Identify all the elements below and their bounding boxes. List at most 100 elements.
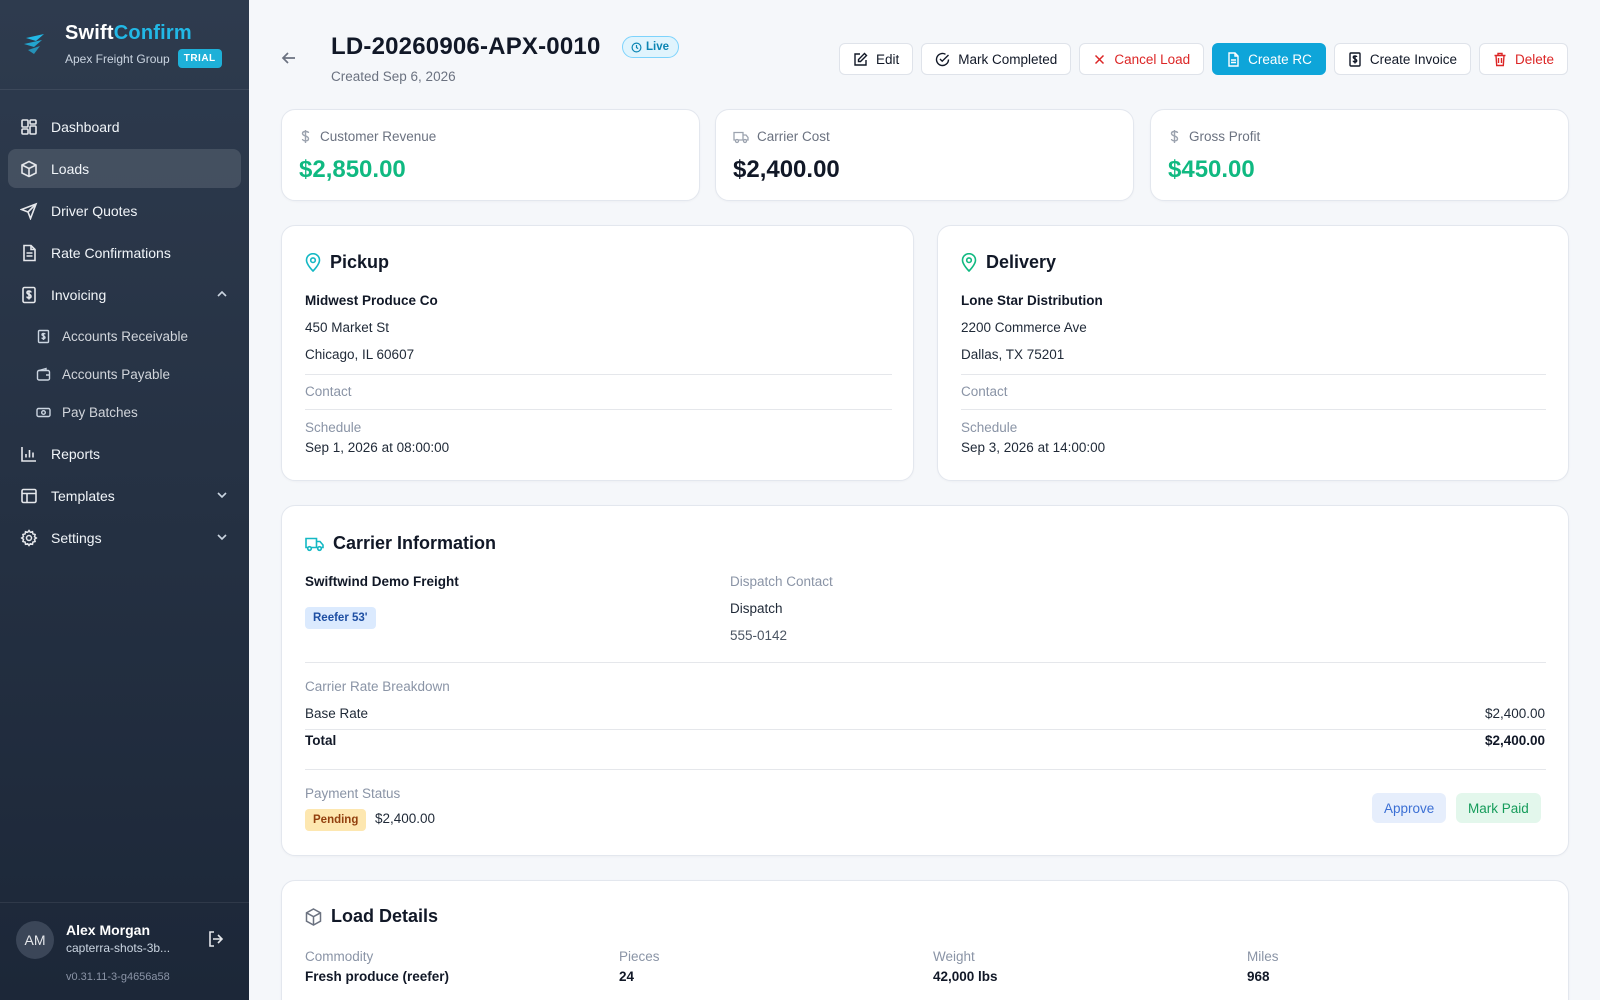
- sidebar-item-templates[interactable]: Templates: [8, 476, 241, 515]
- document-icon: [1228, 51, 1239, 67]
- pickup-address-line1: 450 Market St: [305, 320, 390, 335]
- divider: [961, 374, 1546, 375]
- carrier-name: Swiftwind Demo Freight: [305, 574, 459, 589]
- weight-value: 42,000 lbs: [933, 969, 998, 984]
- sidebar-item-label: Templates: [51, 487, 115, 504]
- sidebar: SwiftConfirm Apex Freight Group TRIAL Da…: [0, 0, 249, 1000]
- equipment-badge: Reefer 53': [305, 607, 376, 629]
- delivery-schedule-label: Schedule: [961, 420, 1018, 435]
- logo-icon: [24, 34, 44, 54]
- carrier-title: Carrier Information: [305, 533, 496, 554]
- created-date: Created Sep 6, 2026: [331, 69, 456, 84]
- trial-badge: TRIAL: [177, 49, 222, 68]
- rate-breakdown-label: Carrier Rate Breakdown: [305, 679, 450, 694]
- truck-icon: [305, 537, 324, 551]
- sidebar-item-settings[interactable]: Settings: [8, 518, 241, 557]
- sidebar-item-label: Reports: [51, 445, 101, 462]
- pieces-value: 24: [619, 969, 635, 984]
- sidebar-item-loads[interactable]: Loads: [8, 149, 241, 188]
- box-icon: [305, 907, 322, 926]
- divider: [305, 662, 1546, 663]
- sidebar-item-label: Driver Quotes: [51, 202, 138, 219]
- pickup-title: Pickup: [305, 252, 389, 273]
- sidebar-item-pay-batches[interactable]: Pay Batches: [8, 393, 241, 431]
- stat-label: Carrier Cost: [733, 129, 830, 144]
- weight-label: Weight: [933, 949, 975, 964]
- sidebar-item-label: Dashboard: [51, 118, 120, 135]
- load-details-title: Load Details: [305, 906, 438, 927]
- stat-value-carrier-cost: $2,400.00: [733, 156, 840, 183]
- total-label: Total: [305, 733, 337, 748]
- user-panel: AM Alex Morgan capterra-shots-3b... v0.3…: [0, 902, 249, 1000]
- pickup-schedule: Sep 1, 2026 at 08:00:00: [305, 440, 450, 455]
- pickup-schedule-label: Schedule: [305, 420, 362, 435]
- send-icon: [20, 202, 38, 220]
- brand-name: SwiftConfirm: [65, 22, 192, 44]
- map-pin-icon: [961, 253, 977, 272]
- create-invoice-button[interactable]: Create Invoice: [1333, 43, 1471, 75]
- divider: [305, 769, 1546, 770]
- brand: SwiftConfirm Apex Freight Group TRIAL: [0, 0, 249, 90]
- receivable-icon: [36, 329, 51, 344]
- document-icon: [20, 244, 38, 262]
- divider: [961, 409, 1546, 410]
- back-arrow-icon[interactable]: [279, 48, 299, 68]
- mark-completed-button[interactable]: Mark Completed: [921, 43, 1072, 75]
- delete-button[interactable]: Delete: [1478, 43, 1568, 75]
- approve-button[interactable]: Approve: [1372, 793, 1447, 823]
- clock-icon: [631, 42, 642, 52]
- pickup-company: Midwest Produce Co: [305, 293, 438, 308]
- delivery-card: Delivery Lone Star Distribution 2200 Com…: [937, 225, 1569, 481]
- stat-label: Gross Profit: [1168, 129, 1260, 144]
- miles-value: 968: [1247, 969, 1270, 984]
- logout-icon[interactable]: [206, 929, 226, 949]
- sidebar-item-invoicing[interactable]: Invoicing: [8, 275, 241, 314]
- user-name: Alex Morgan: [66, 922, 151, 938]
- mark-paid-button[interactable]: Mark Paid: [1456, 793, 1541, 823]
- payment-status-label: Payment Status: [305, 786, 401, 801]
- cash-icon: [36, 405, 51, 420]
- invoice-icon: [1349, 51, 1361, 67]
- sidebar-item-label: Loads: [51, 160, 90, 177]
- stat-card-gross-profit: Gross Profit $450.00: [1150, 109, 1569, 201]
- sidebar-sub-label: Accounts Receivable: [62, 328, 189, 344]
- avatar[interactable]: AM: [16, 921, 54, 959]
- chevron-down-icon: [217, 492, 227, 499]
- map-pin-icon: [305, 253, 321, 272]
- sidebar-item-driver-quotes[interactable]: Driver Quotes: [8, 191, 241, 230]
- sidebar-item-accounts-payable[interactable]: Accounts Payable: [8, 355, 241, 393]
- sidebar-sub-label: Accounts Payable: [62, 366, 171, 382]
- close-icon: [1095, 54, 1105, 64]
- page-title: LD-20260906-APX-0010: [331, 33, 601, 60]
- invoice-icon: [20, 286, 38, 304]
- sidebar-nav: Dashboard Loads Driver Quotes Rate Confi…: [0, 90, 249, 557]
- pieces-label: Pieces: [619, 949, 660, 964]
- wallet-icon: [36, 367, 51, 382]
- trash-icon: [1494, 52, 1506, 66]
- edit-button[interactable]: Edit: [839, 43, 914, 75]
- carrier-card: Carrier Information Swiftwind Demo Freig…: [281, 505, 1569, 856]
- delivery-company: Lone Star Distribution: [961, 293, 1103, 308]
- sidebar-item-rate-confirmations[interactable]: Rate Confirmations: [8, 233, 241, 272]
- bar-chart-icon: [20, 445, 38, 463]
- status-badge: Live: [622, 36, 680, 58]
- sidebar-item-reports[interactable]: Reports: [8, 434, 241, 473]
- gear-icon: [20, 528, 38, 547]
- stat-card-revenue: Customer Revenue $2,850.00: [281, 109, 700, 201]
- stat-value-gross-profit: $450.00: [1168, 156, 1255, 183]
- base-rate-value: $2,400.00: [1484, 706, 1545, 721]
- pickup-address-line2: Chicago, IL 60607: [305, 347, 415, 362]
- sidebar-item-accounts-receivable[interactable]: Accounts Receivable: [8, 317, 241, 355]
- dollar-icon: [1170, 130, 1179, 143]
- create-rc-button[interactable]: Create RC: [1212, 43, 1326, 75]
- dispatch-name: Dispatch: [730, 601, 783, 616]
- layout-icon: [20, 487, 38, 505]
- chevron-up-icon: [217, 290, 227, 297]
- delivery-address-line1: 2200 Commerce Ave: [961, 320, 1087, 335]
- delivery-contact-label: Contact: [961, 384, 1008, 399]
- org-name: Apex Freight Group: [65, 51, 170, 66]
- dashboard-icon: [20, 118, 38, 136]
- sidebar-item-dashboard[interactable]: Dashboard: [8, 107, 241, 146]
- cancel-load-button[interactable]: Cancel Load: [1079, 43, 1205, 75]
- dispatch-phone: 555-0142: [730, 628, 788, 643]
